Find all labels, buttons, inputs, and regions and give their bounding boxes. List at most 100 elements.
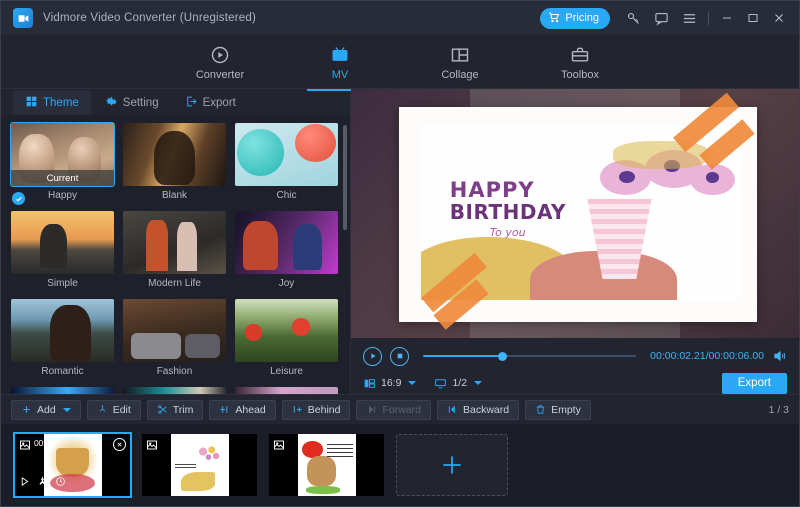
video-preview[interactable]: HAPPY BIRTHDAY To you: [351, 89, 799, 338]
close-icon[interactable]: [767, 5, 791, 31]
aspect-ratio-value: 16:9: [381, 377, 402, 389]
nav-label-collage: Collage: [441, 69, 479, 81]
storyboard-clip-3[interactable]: [269, 434, 384, 496]
clip-thumbnail: [297, 434, 356, 496]
theme-label: Modern Life: [148, 278, 201, 289]
trash-icon: [536, 405, 545, 414]
ahead-label: Ahead: [235, 403, 266, 416]
theme-thumbnail: [235, 299, 338, 362]
effect-icon[interactable]: [37, 474, 48, 492]
main-navigation: Converter MV Collage Toolbox: [1, 35, 799, 91]
edit-label: Edit: [112, 403, 131, 416]
trim-button[interactable]: Trim: [146, 399, 204, 420]
storyboard-clip-2[interactable]: [142, 434, 257, 496]
backward-label: Backward: [462, 403, 510, 416]
aspect-ratio-icon: [364, 378, 375, 388]
pricing-button[interactable]: Pricing: [540, 7, 610, 29]
theme-label: Chic: [276, 190, 297, 201]
seek-bar[interactable]: [423, 346, 637, 366]
theme-card-simple[interactable]: Simple: [11, 211, 114, 291]
title-bar-controls: Pricing: [540, 5, 791, 31]
theme-list[interactable]: Current Happy Blank Chic Simple Modern L…: [1, 115, 350, 394]
theme-card-row4-2[interactable]: [123, 387, 226, 394]
play-icon[interactable]: [19, 474, 30, 492]
stop-icon[interactable]: [390, 346, 409, 366]
clip-toolbar: Add Edit Trim Ahead Behind Forward Backw…: [1, 394, 799, 424]
menu-icon[interactable]: [676, 5, 702, 31]
volume-icon[interactable]: [772, 349, 787, 363]
nav-tab-mv[interactable]: MV: [305, 42, 375, 91]
theme-card-blank[interactable]: Blank: [123, 123, 226, 203]
zoom-dropdown[interactable]: 1/2: [434, 377, 483, 390]
empty-button[interactable]: Empty: [525, 399, 591, 420]
flower-center: [619, 170, 636, 183]
current-theme-badge: Current: [11, 170, 114, 186]
theme-card-modern-life[interactable]: Modern Life: [123, 211, 226, 291]
ahead-button[interactable]: Ahead: [209, 399, 276, 420]
flower-center: [705, 172, 719, 183]
seek-handle[interactable]: [497, 351, 507, 361]
card-line-3: To you: [489, 225, 526, 239]
behind-button[interactable]: Behind: [281, 399, 351, 420]
maximize-icon[interactable]: [741, 5, 765, 31]
clip-actions: [19, 474, 66, 492]
export-button[interactable]: Export: [721, 372, 787, 394]
forward-label: Forward: [382, 403, 421, 416]
theme-card-joy[interactable]: Joy: [235, 211, 338, 291]
clip-thumbnail: [170, 434, 229, 496]
subtab-label-theme: Theme: [43, 97, 79, 109]
image-icon: [146, 438, 158, 450]
grid-icon: [25, 95, 38, 111]
theme-thumbnail: [11, 299, 114, 362]
insert-ahead-icon: [220, 406, 228, 413]
theme-card-chic[interactable]: Chic: [235, 123, 338, 203]
mv-icon: [330, 44, 350, 66]
aspect-ratio-dropdown[interactable]: 16:9: [363, 377, 417, 390]
theme-thumbnail: [123, 211, 226, 274]
theme-label: Blank: [161, 190, 187, 201]
nav-label-toolbox: Toolbox: [561, 69, 599, 81]
nav-tab-converter[interactable]: Converter: [185, 42, 255, 81]
minimize-icon[interactable]: [715, 5, 739, 31]
subtab-theme[interactable]: Theme: [13, 91, 91, 115]
theme-label: Simple: [47, 278, 78, 289]
nav-tab-toolbox[interactable]: Toolbox: [545, 42, 615, 81]
collage-icon: [450, 44, 470, 66]
forward-button[interactable]: Forward: [356, 399, 431, 420]
feedback-icon[interactable]: [648, 5, 674, 31]
playback-row: 00:00:02.21/00:00:06.00: [363, 344, 787, 368]
app-logo-icon: [13, 8, 33, 28]
close-icon[interactable]: [113, 438, 126, 451]
theme-card-leisure[interactable]: Leisure: [235, 299, 338, 379]
theme-thumbnail: [123, 299, 226, 362]
insert-behind-icon: [293, 406, 302, 413]
application-window: Vidmore Video Converter (Unregistered) P…: [0, 0, 800, 507]
nav-tab-collage[interactable]: Collage: [425, 42, 495, 81]
storyboard-clip-1[interactable]: 00:0: [13, 432, 132, 498]
add-button[interactable]: Add: [11, 399, 81, 420]
theme-thumbnail: [235, 387, 338, 394]
theme-thumbnail: [235, 123, 338, 186]
theme-label: Joy: [278, 278, 295, 289]
theme-card-fashion[interactable]: Fashion: [123, 299, 226, 379]
flower-foliage: [613, 140, 709, 169]
image-icon: [19, 438, 31, 450]
edit-button[interactable]: Edit: [86, 399, 141, 420]
add-clip-placeholder[interactable]: [396, 434, 508, 496]
backward-button[interactable]: Backward: [436, 399, 520, 420]
theme-card-row4-1[interactable]: [11, 387, 114, 394]
theme-list-scrollbar[interactable]: [343, 125, 347, 230]
duration-icon[interactable]: [55, 474, 66, 492]
key-icon[interactable]: [620, 5, 646, 31]
check-icon: [12, 192, 25, 205]
monitor-icon: [435, 378, 447, 388]
preview-card-frame: HAPPY BIRTHDAY To you: [399, 92, 757, 330]
subtab-export[interactable]: Export: [173, 91, 248, 115]
theme-card-row4-3[interactable]: [235, 387, 338, 394]
theme-card-happy[interactable]: Current Happy: [10, 122, 115, 205]
subtab-label-export: Export: [202, 97, 236, 109]
subtab-setting[interactable]: Setting: [93, 91, 171, 115]
theme-card-romantic[interactable]: Romantic: [11, 299, 114, 379]
preview-controls: 00:00:02.21/00:00:06.00 16:9 1/2 Export: [351, 338, 799, 394]
play-icon[interactable]: [363, 346, 382, 366]
